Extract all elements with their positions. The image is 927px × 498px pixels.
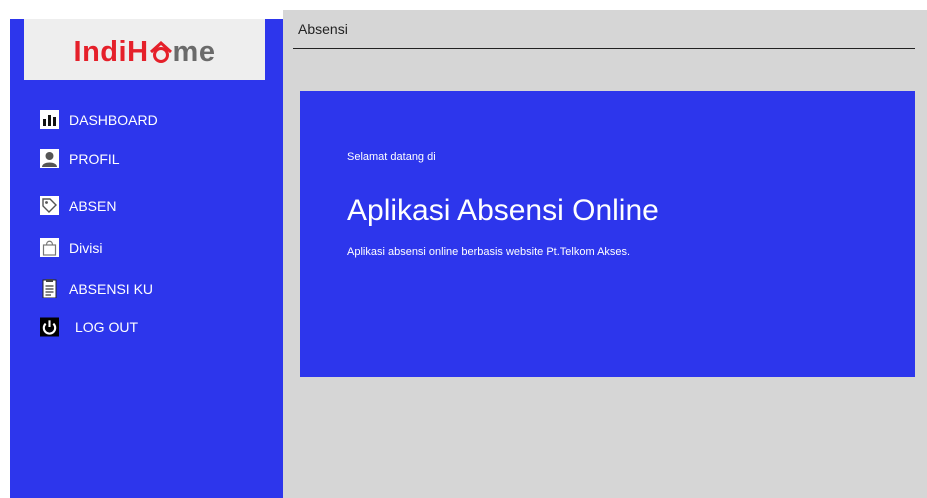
house-icon (149, 36, 173, 68)
sidebar-item-label: LOG OUT (75, 318, 139, 335)
sidebar-item-label: DASHBOARD (69, 111, 158, 128)
page-title: Absensi (298, 21, 348, 37)
shopping-bag-icon (40, 238, 59, 257)
sidebar: IndiH me DASHBOARD PROFIL ABSEN Divisi AB… (10, 19, 283, 498)
sidebar-item-profil[interactable]: PROFIL (40, 149, 120, 168)
app-description: Aplikasi absensi online berbasis website… (347, 246, 631, 258)
main-content: Absensi Selamat datang di Aplikasi Absen… (283, 10, 927, 498)
sidebar-item-dashboard[interactable]: DASHBOARD (40, 110, 158, 129)
bar-chart-icon (40, 110, 59, 129)
tag-icon (40, 196, 59, 215)
app-title: Aplikasi Absensi Online (347, 194, 659, 227)
logo-text: IndiH me (73, 36, 216, 68)
sidebar-item-label: Divisi (69, 239, 103, 256)
sidebar-item-absen[interactable]: ABSEN (40, 196, 116, 215)
clipboard-icon (40, 279, 59, 298)
sidebar-item-log-out[interactable]: LOG OUT (40, 317, 138, 336)
sidebar-item-divisi[interactable]: Divisi (40, 238, 102, 257)
sidebar-item-label: PROFIL (69, 150, 120, 167)
welcome-text: Selamat datang di (347, 151, 436, 163)
logo[interactable]: IndiH me (24, 19, 265, 80)
sidebar-item-label: ABSENSI KU (69, 280, 154, 297)
sidebar-item-absensi-ku[interactable]: ABSENSI KU (40, 279, 153, 298)
user-icon (40, 149, 59, 168)
power-icon (40, 317, 59, 336)
sidebar-item-label: ABSEN (69, 197, 117, 214)
welcome-banner: Selamat datang di Aplikasi Absensi Onlin… (300, 91, 915, 377)
page-header: Absensi (293, 10, 915, 49)
